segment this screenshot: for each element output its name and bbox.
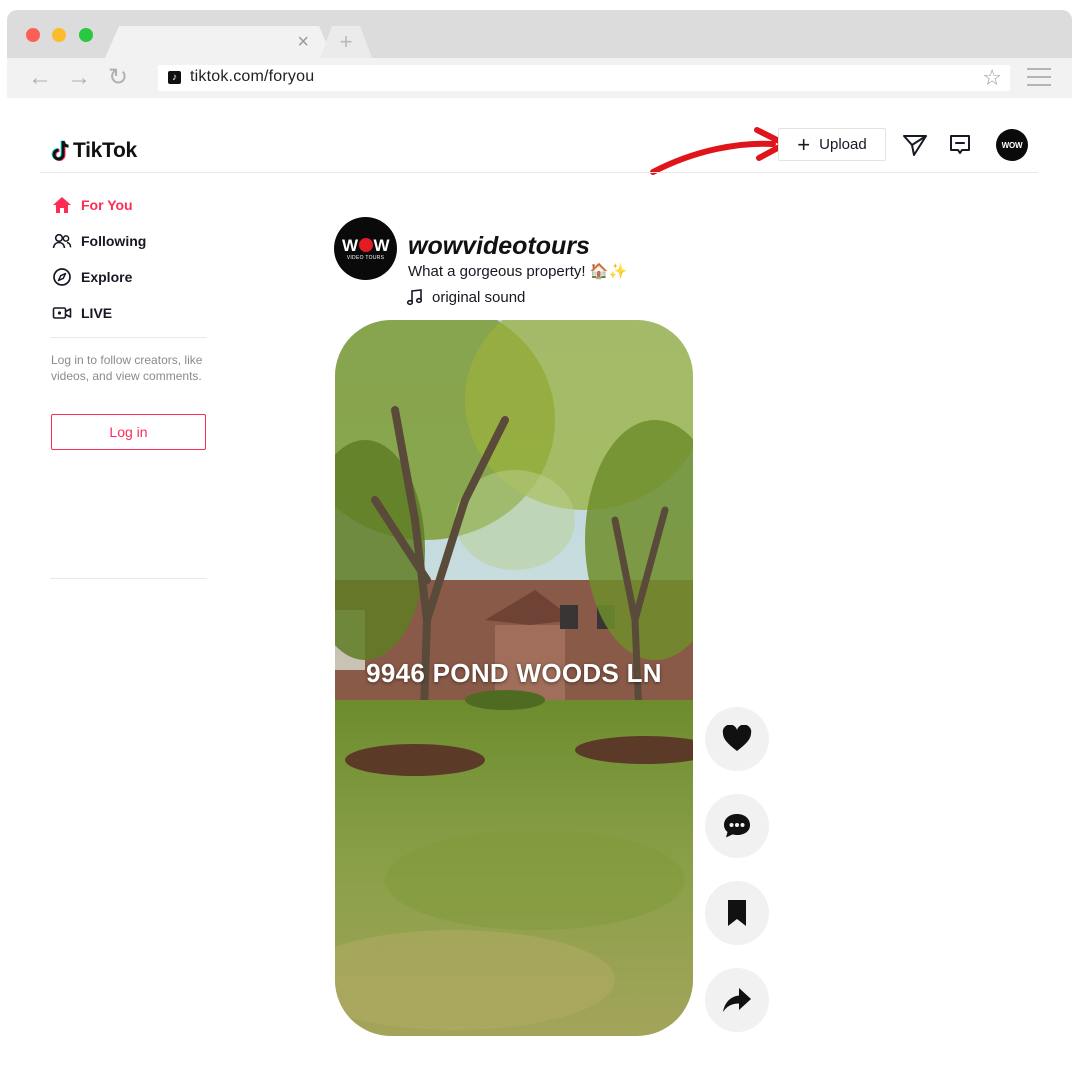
post-author-avatar[interactable]: WW VIDEO TOURS [334, 217, 397, 280]
sound-link[interactable]: original sound [406, 288, 525, 306]
like-button[interactable] [705, 707, 769, 771]
music-note-icon [406, 289, 423, 306]
post-caption: What a gorgeous property! 🏠✨ [408, 263, 628, 280]
back-arrow-icon[interactable]: ← [28, 64, 52, 92]
sidebar-item-label: LIVE [81, 305, 113, 321]
bookmark-button[interactable] [705, 881, 769, 945]
sidebar-divider [50, 337, 207, 338]
tab-close-icon[interactable]: × [297, 32, 309, 52]
header-divider [40, 172, 1038, 173]
sidebar-item-for-you[interactable]: For You [52, 195, 133, 215]
video-player[interactable]: 9946 POND WOODS LN [335, 320, 693, 1036]
avatar-brand-text: WW [341, 235, 390, 255]
sidebar-item-live[interactable]: LIVE [52, 303, 112, 323]
upload-label: Upload [819, 136, 867, 153]
share-icon [723, 988, 751, 1012]
inbox-icon[interactable] [947, 133, 973, 157]
bookmark-icon [728, 900, 746, 926]
sound-label: original sound [432, 288, 526, 306]
sidebar-item-explore[interactable]: Explore [52, 267, 132, 287]
tiktok-note-icon [51, 140, 69, 161]
people-icon [52, 233, 72, 249]
avatar-text: WOW [1001, 140, 1023, 150]
minimize-window-button[interactable] [52, 28, 66, 42]
maximize-window-button[interactable] [79, 28, 93, 42]
tiktok-logo[interactable]: TikTok [50, 139, 137, 163]
sidebar-item-following[interactable]: Following [52, 231, 146, 251]
video-overlay-text: 9946 POND WOODS LN [366, 658, 662, 688]
browser-tab[interactable]: × [105, 26, 333, 58]
share-button[interactable] [705, 968, 769, 1032]
sidebar-item-label: Explore [81, 269, 133, 285]
forward-arrow-icon[interactable]: → [67, 64, 91, 92]
url-text[interactable]: tiktok.com/foryou [190, 68, 314, 86]
user-avatar[interactable]: WOW [996, 129, 1028, 161]
login-hint-text: Log in to follow creators, like videos, … [51, 353, 203, 383]
bookmark-star-icon[interactable]: ☆ [982, 65, 1002, 91]
post-username[interactable]: wowvideotours [408, 232, 590, 261]
sidebar-item-label: Following [81, 233, 147, 249]
compass-icon [53, 268, 71, 286]
address-bar[interactable]: ♪ tiktok.com/foryou ☆ [158, 65, 1010, 91]
tiktok-favicon-icon: ♪ [168, 71, 181, 84]
logo-text: TikTok [73, 139, 137, 162]
plus-icon: + [797, 131, 811, 157]
heart-icon [722, 725, 752, 751]
live-camera-icon [52, 307, 72, 319]
browser-menu-icon[interactable] [1027, 68, 1051, 86]
upload-button[interactable]: + Upload [778, 128, 886, 161]
comment-button[interactable] [705, 794, 769, 858]
annotation-arrow [650, 127, 788, 175]
login-button[interactable]: Log in [51, 414, 206, 450]
sidebar-divider [50, 578, 207, 579]
comment-icon [724, 814, 750, 838]
avatar-subtitle: VIDEO TOURS [346, 254, 385, 261]
reload-icon[interactable]: ↻ [108, 64, 128, 92]
home-icon [53, 197, 71, 213]
sidebar-item-label: For You [81, 197, 133, 213]
send-icon[interactable] [902, 133, 928, 157]
close-window-button[interactable] [26, 28, 40, 42]
